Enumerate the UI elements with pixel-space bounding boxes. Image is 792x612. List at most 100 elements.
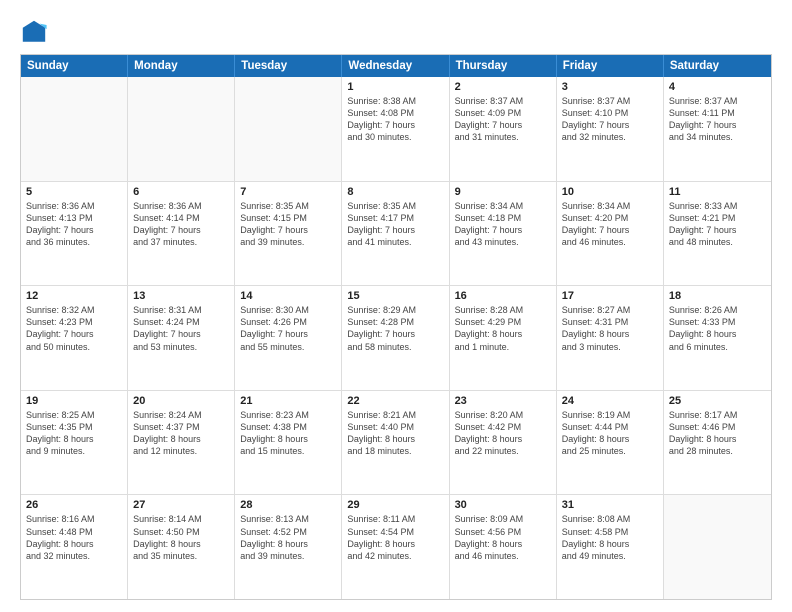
day-info: Sunrise: 8:14 AM Sunset: 4:50 PM Dayligh… (133, 513, 229, 562)
calendar-day-2: 2 Sunrise: 8:37 AM Sunset: 4:09 PM Daylig… (450, 77, 557, 181)
header-day-thursday: Thursday (450, 55, 557, 77)
calendar-day-16: 16Sunrise: 8:28 AM Sunset: 4:29 PM Dayli… (450, 286, 557, 390)
day-number: 21 (240, 395, 336, 407)
day-info: Sunrise: 8:17 AM Sunset: 4:46 PM Dayligh… (669, 409, 766, 458)
calendar-day-10: 10 Sunrise: 8:34 AM Sunset: 4:20 PM Dayli… (557, 182, 664, 286)
header-day-wednesday: Wednesday (342, 55, 449, 77)
day-info: Sunrise: 8:33 AM Sunset: 4:21 PM Dayligh… (669, 200, 766, 249)
day-info: Sunrise: 8:08 AM Sunset: 4:58 PM Dayligh… (562, 513, 658, 562)
calendar-day-4: 4Sunrise: 8:37 AM Sunset: 4:11 PM Daylig… (664, 77, 771, 181)
day-info: Sunrise: 8:32 AM Sunset: 4:23 PM Dayligh… (26, 304, 122, 353)
day-number: 19 (26, 395, 122, 407)
calendar-body: 1Sunrise: 8:38 AM Sunset: 4:08 PM Daylig… (21, 77, 771, 599)
header-day-tuesday: Tuesday (235, 55, 342, 77)
calendar-empty-cell (21, 77, 128, 181)
day-info: Sunrise: 8:37 AM Sunset: 4:09 PM Dayligh… (455, 95, 551, 144)
day-number: 29 (347, 499, 443, 511)
header-day-monday: Monday (128, 55, 235, 77)
calendar-day-29: 29 Sunrise: 8:11 AM Sunset: 4:54 PM Dayli… (342, 495, 449, 599)
calendar-day-3: 3 Sunrise: 8:37 AM Sunset: 4:10 PM Daylig… (557, 77, 664, 181)
day-number: 24 (562, 395, 658, 407)
header-day-saturday: Saturday (664, 55, 771, 77)
day-number: 10 (562, 186, 658, 198)
day-info: Sunrise: 8:13 AM Sunset: 4:52 PM Dayligh… (240, 513, 336, 562)
day-info: Sunrise: 8:37 AM Sunset: 4:10 PM Dayligh… (562, 95, 658, 144)
day-number: 18 (669, 290, 766, 302)
calendar-day-26: 26 Sunrise: 8:16 AM Sunset: 4:48 PM Dayli… (21, 495, 128, 599)
day-number: 12 (26, 290, 122, 302)
day-info: Sunrise: 8:24 AM Sunset: 4:37 PM Dayligh… (133, 409, 229, 458)
calendar-day-25: 25 Sunrise: 8:17 AM Sunset: 4:46 PM Dayli… (664, 391, 771, 495)
day-info: Sunrise: 8:36 AM Sunset: 4:13 PM Dayligh… (26, 200, 122, 249)
day-info: Sunrise: 8:36 AM Sunset: 4:14 PM Dayligh… (133, 200, 229, 249)
calendar-day-27: 27 Sunrise: 8:14 AM Sunset: 4:50 PM Dayli… (128, 495, 235, 599)
calendar-day-12: 12 Sunrise: 8:32 AM Sunset: 4:23 PM Dayli… (21, 286, 128, 390)
calendar-day-21: 21 Sunrise: 8:23 AM Sunset: 4:38 PM Dayli… (235, 391, 342, 495)
day-number: 5 (26, 186, 122, 198)
calendar-day-20: 20 Sunrise: 8:24 AM Sunset: 4:37 PM Dayli… (128, 391, 235, 495)
day-info: Sunrise: 8:20 AM Sunset: 4:42 PM Dayligh… (455, 409, 551, 458)
header (20, 18, 772, 46)
day-info: Sunrise: 8:35 AM Sunset: 4:17 PM Dayligh… (347, 200, 443, 249)
calendar-day-15: 15 Sunrise: 8:29 AM Sunset: 4:28 PM Dayli… (342, 286, 449, 390)
day-info: Sunrise: 8:34 AM Sunset: 4:20 PM Dayligh… (562, 200, 658, 249)
day-info: Sunrise: 8:30 AM Sunset: 4:26 PM Dayligh… (240, 304, 336, 353)
day-info: Sunrise: 8:35 AM Sunset: 4:15 PM Dayligh… (240, 200, 336, 249)
day-number: 8 (347, 186, 443, 198)
calendar-day-30: 30 Sunrise: 8:09 AM Sunset: 4:56 PM Dayli… (450, 495, 557, 599)
calendar-week-5: 26 Sunrise: 8:16 AM Sunset: 4:48 PM Dayli… (21, 495, 771, 599)
calendar-day-8: 8 Sunrise: 8:35 AM Sunset: 4:17 PM Daylig… (342, 182, 449, 286)
calendar-day-11: 11Sunrise: 8:33 AM Sunset: 4:21 PM Dayli… (664, 182, 771, 286)
calendar-day-13: 13Sunrise: 8:31 AM Sunset: 4:24 PM Dayli… (128, 286, 235, 390)
calendar-day-14: 14 Sunrise: 8:30 AM Sunset: 4:26 PM Dayli… (235, 286, 342, 390)
day-number: 3 (562, 81, 658, 93)
day-number: 23 (455, 395, 551, 407)
day-info: Sunrise: 8:37 AM Sunset: 4:11 PM Dayligh… (669, 95, 766, 144)
day-number: 26 (26, 499, 122, 511)
logo (20, 18, 52, 46)
day-number: 20 (133, 395, 229, 407)
day-number: 2 (455, 81, 551, 93)
day-number: 27 (133, 499, 229, 511)
header-day-friday: Friday (557, 55, 664, 77)
day-info: Sunrise: 8:09 AM Sunset: 4:56 PM Dayligh… (455, 513, 551, 562)
day-number: 30 (455, 499, 551, 511)
calendar-day-19: 19 Sunrise: 8:25 AM Sunset: 4:35 PM Dayli… (21, 391, 128, 495)
day-info: Sunrise: 8:16 AM Sunset: 4:48 PM Dayligh… (26, 513, 122, 562)
calendar: SundayMondayTuesdayWednesdayThursdayFrid… (20, 54, 772, 600)
calendar-week-1: 1Sunrise: 8:38 AM Sunset: 4:08 PM Daylig… (21, 77, 771, 182)
calendar-empty-cell (128, 77, 235, 181)
day-number: 17 (562, 290, 658, 302)
calendar-week-2: 5 Sunrise: 8:36 AM Sunset: 4:13 PM Daylig… (21, 182, 771, 287)
day-number: 31 (562, 499, 658, 511)
calendar-header: SundayMondayTuesdayWednesdayThursdayFrid… (21, 55, 771, 77)
calendar-week-4: 19 Sunrise: 8:25 AM Sunset: 4:35 PM Dayli… (21, 391, 771, 496)
logo-icon (20, 18, 48, 46)
day-info: Sunrise: 8:26 AM Sunset: 4:33 PM Dayligh… (669, 304, 766, 353)
calendar-day-18: 18 Sunrise: 8:26 AM Sunset: 4:33 PM Dayli… (664, 286, 771, 390)
calendar-empty-cell (235, 77, 342, 181)
day-number: 14 (240, 290, 336, 302)
calendar-day-24: 24Sunrise: 8:19 AM Sunset: 4:44 PM Dayli… (557, 391, 664, 495)
calendar-day-5: 5 Sunrise: 8:36 AM Sunset: 4:13 PM Daylig… (21, 182, 128, 286)
calendar-day-6: 6 Sunrise: 8:36 AM Sunset: 4:14 PM Daylig… (128, 182, 235, 286)
calendar-day-28: 28Sunrise: 8:13 AM Sunset: 4:52 PM Dayli… (235, 495, 342, 599)
day-info: Sunrise: 8:34 AM Sunset: 4:18 PM Dayligh… (455, 200, 551, 249)
day-number: 25 (669, 395, 766, 407)
calendar-empty-cell (664, 495, 771, 599)
day-info: Sunrise: 8:11 AM Sunset: 4:54 PM Dayligh… (347, 513, 443, 562)
day-number: 7 (240, 186, 336, 198)
day-number: 6 (133, 186, 229, 198)
calendar-day-7: 7 Sunrise: 8:35 AM Sunset: 4:15 PM Daylig… (235, 182, 342, 286)
day-info: Sunrise: 8:23 AM Sunset: 4:38 PM Dayligh… (240, 409, 336, 458)
header-day-sunday: Sunday (21, 55, 128, 77)
day-info: Sunrise: 8:25 AM Sunset: 4:35 PM Dayligh… (26, 409, 122, 458)
calendar-week-3: 12 Sunrise: 8:32 AM Sunset: 4:23 PM Dayli… (21, 286, 771, 391)
day-info: Sunrise: 8:29 AM Sunset: 4:28 PM Dayligh… (347, 304, 443, 353)
day-info: Sunrise: 8:27 AM Sunset: 4:31 PM Dayligh… (562, 304, 658, 353)
calendar-day-31: 31 Sunrise: 8:08 AM Sunset: 4:58 PM Dayli… (557, 495, 664, 599)
calendar-day-23: 23 Sunrise: 8:20 AM Sunset: 4:42 PM Dayli… (450, 391, 557, 495)
day-info: Sunrise: 8:38 AM Sunset: 4:08 PM Dayligh… (347, 95, 443, 144)
day-number: 15 (347, 290, 443, 302)
calendar-day-17: 17 Sunrise: 8:27 AM Sunset: 4:31 PM Dayli… (557, 286, 664, 390)
